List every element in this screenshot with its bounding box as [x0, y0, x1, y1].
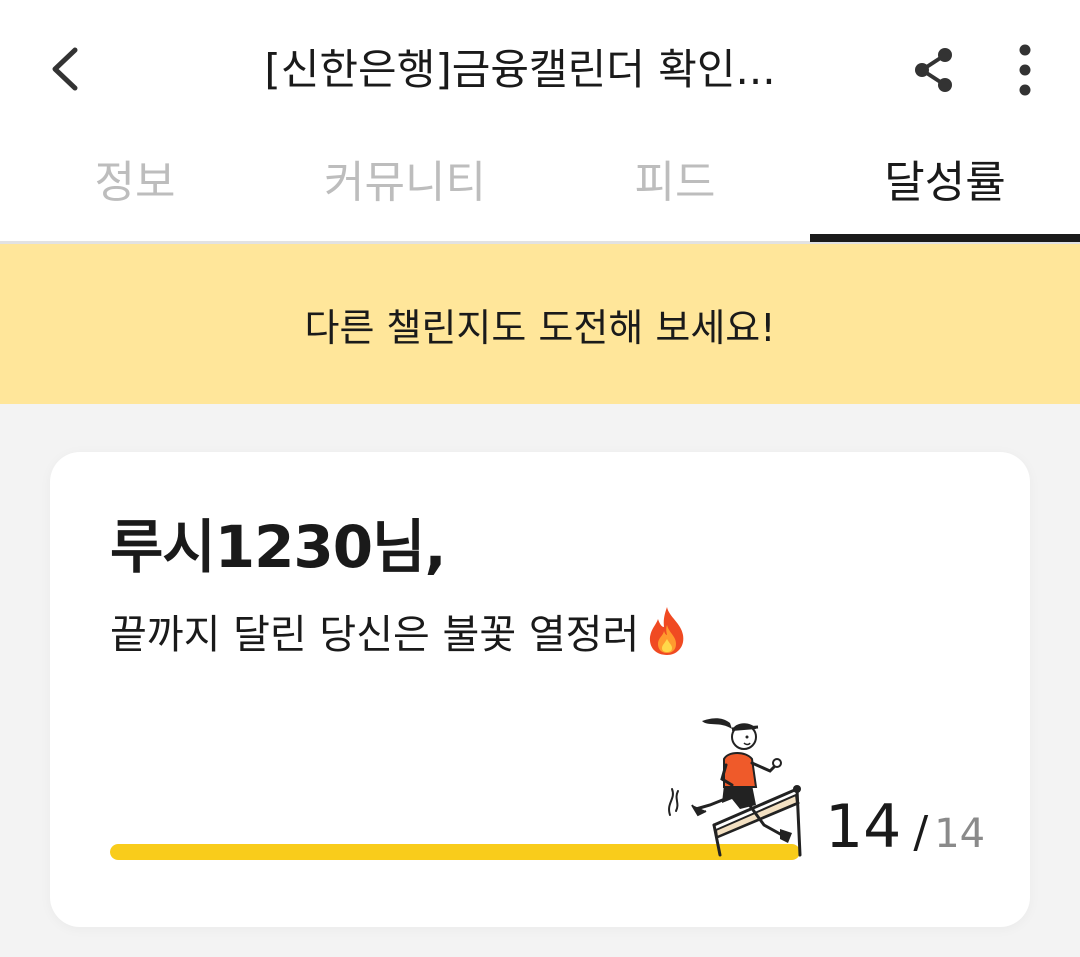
back-button[interactable] — [30, 34, 100, 104]
progress-total: 14 — [934, 811, 986, 857]
more-vertical-icon — [1019, 44, 1031, 96]
achievement-card: 루시1230님, 끝까지 달린 당신은 불꽃 열정러 14 / 14 — [50, 452, 1030, 927]
fire-icon — [650, 607, 684, 655]
active-tab-indicator — [810, 234, 1080, 242]
banner-text: 다른 챌린지도 도전해 보세요! — [304, 305, 776, 350]
more-button[interactable] — [996, 38, 1054, 102]
tab-community[interactable]: 커뮤니티 — [270, 140, 540, 241]
runner-hurdle-illustration — [668, 718, 802, 857]
tab-bar: 정보 커뮤니티 피드 달성률 — [0, 140, 1080, 244]
progress-count: 14 / 14 — [825, 792, 985, 862]
progress-separator: / — [913, 807, 929, 858]
tab-achievement[interactable]: 달성률 — [810, 140, 1080, 241]
achievement-message-text: 끝까지 달린 당신은 불꽃 열정러 — [110, 612, 640, 658]
tab-info[interactable]: 정보 — [0, 140, 270, 241]
app-screen: [신한은행]금융캘린더 확인... 정보 커뮤니티 피드 달성률 다른 챌린지도 — [0, 0, 1080, 957]
page-title: [신한은행]금융캘린더 확인... — [264, 45, 776, 94]
chevron-left-icon — [52, 47, 78, 91]
user-greeting: 루시1230님, — [110, 513, 447, 581]
progress-current: 14 — [825, 792, 902, 862]
achievement-message: 끝까지 달린 당신은 불꽃 열정러 — [110, 602, 691, 660]
tab-feed[interactable]: 피드 — [540, 140, 810, 241]
share-button[interactable] — [900, 38, 968, 102]
challenge-banner[interactable]: 다른 챌린지도 도전해 보세요! — [0, 244, 1080, 404]
app-header: [신한은행]금융캘린더 확인... — [0, 0, 1080, 140]
share-icon — [915, 48, 952, 92]
